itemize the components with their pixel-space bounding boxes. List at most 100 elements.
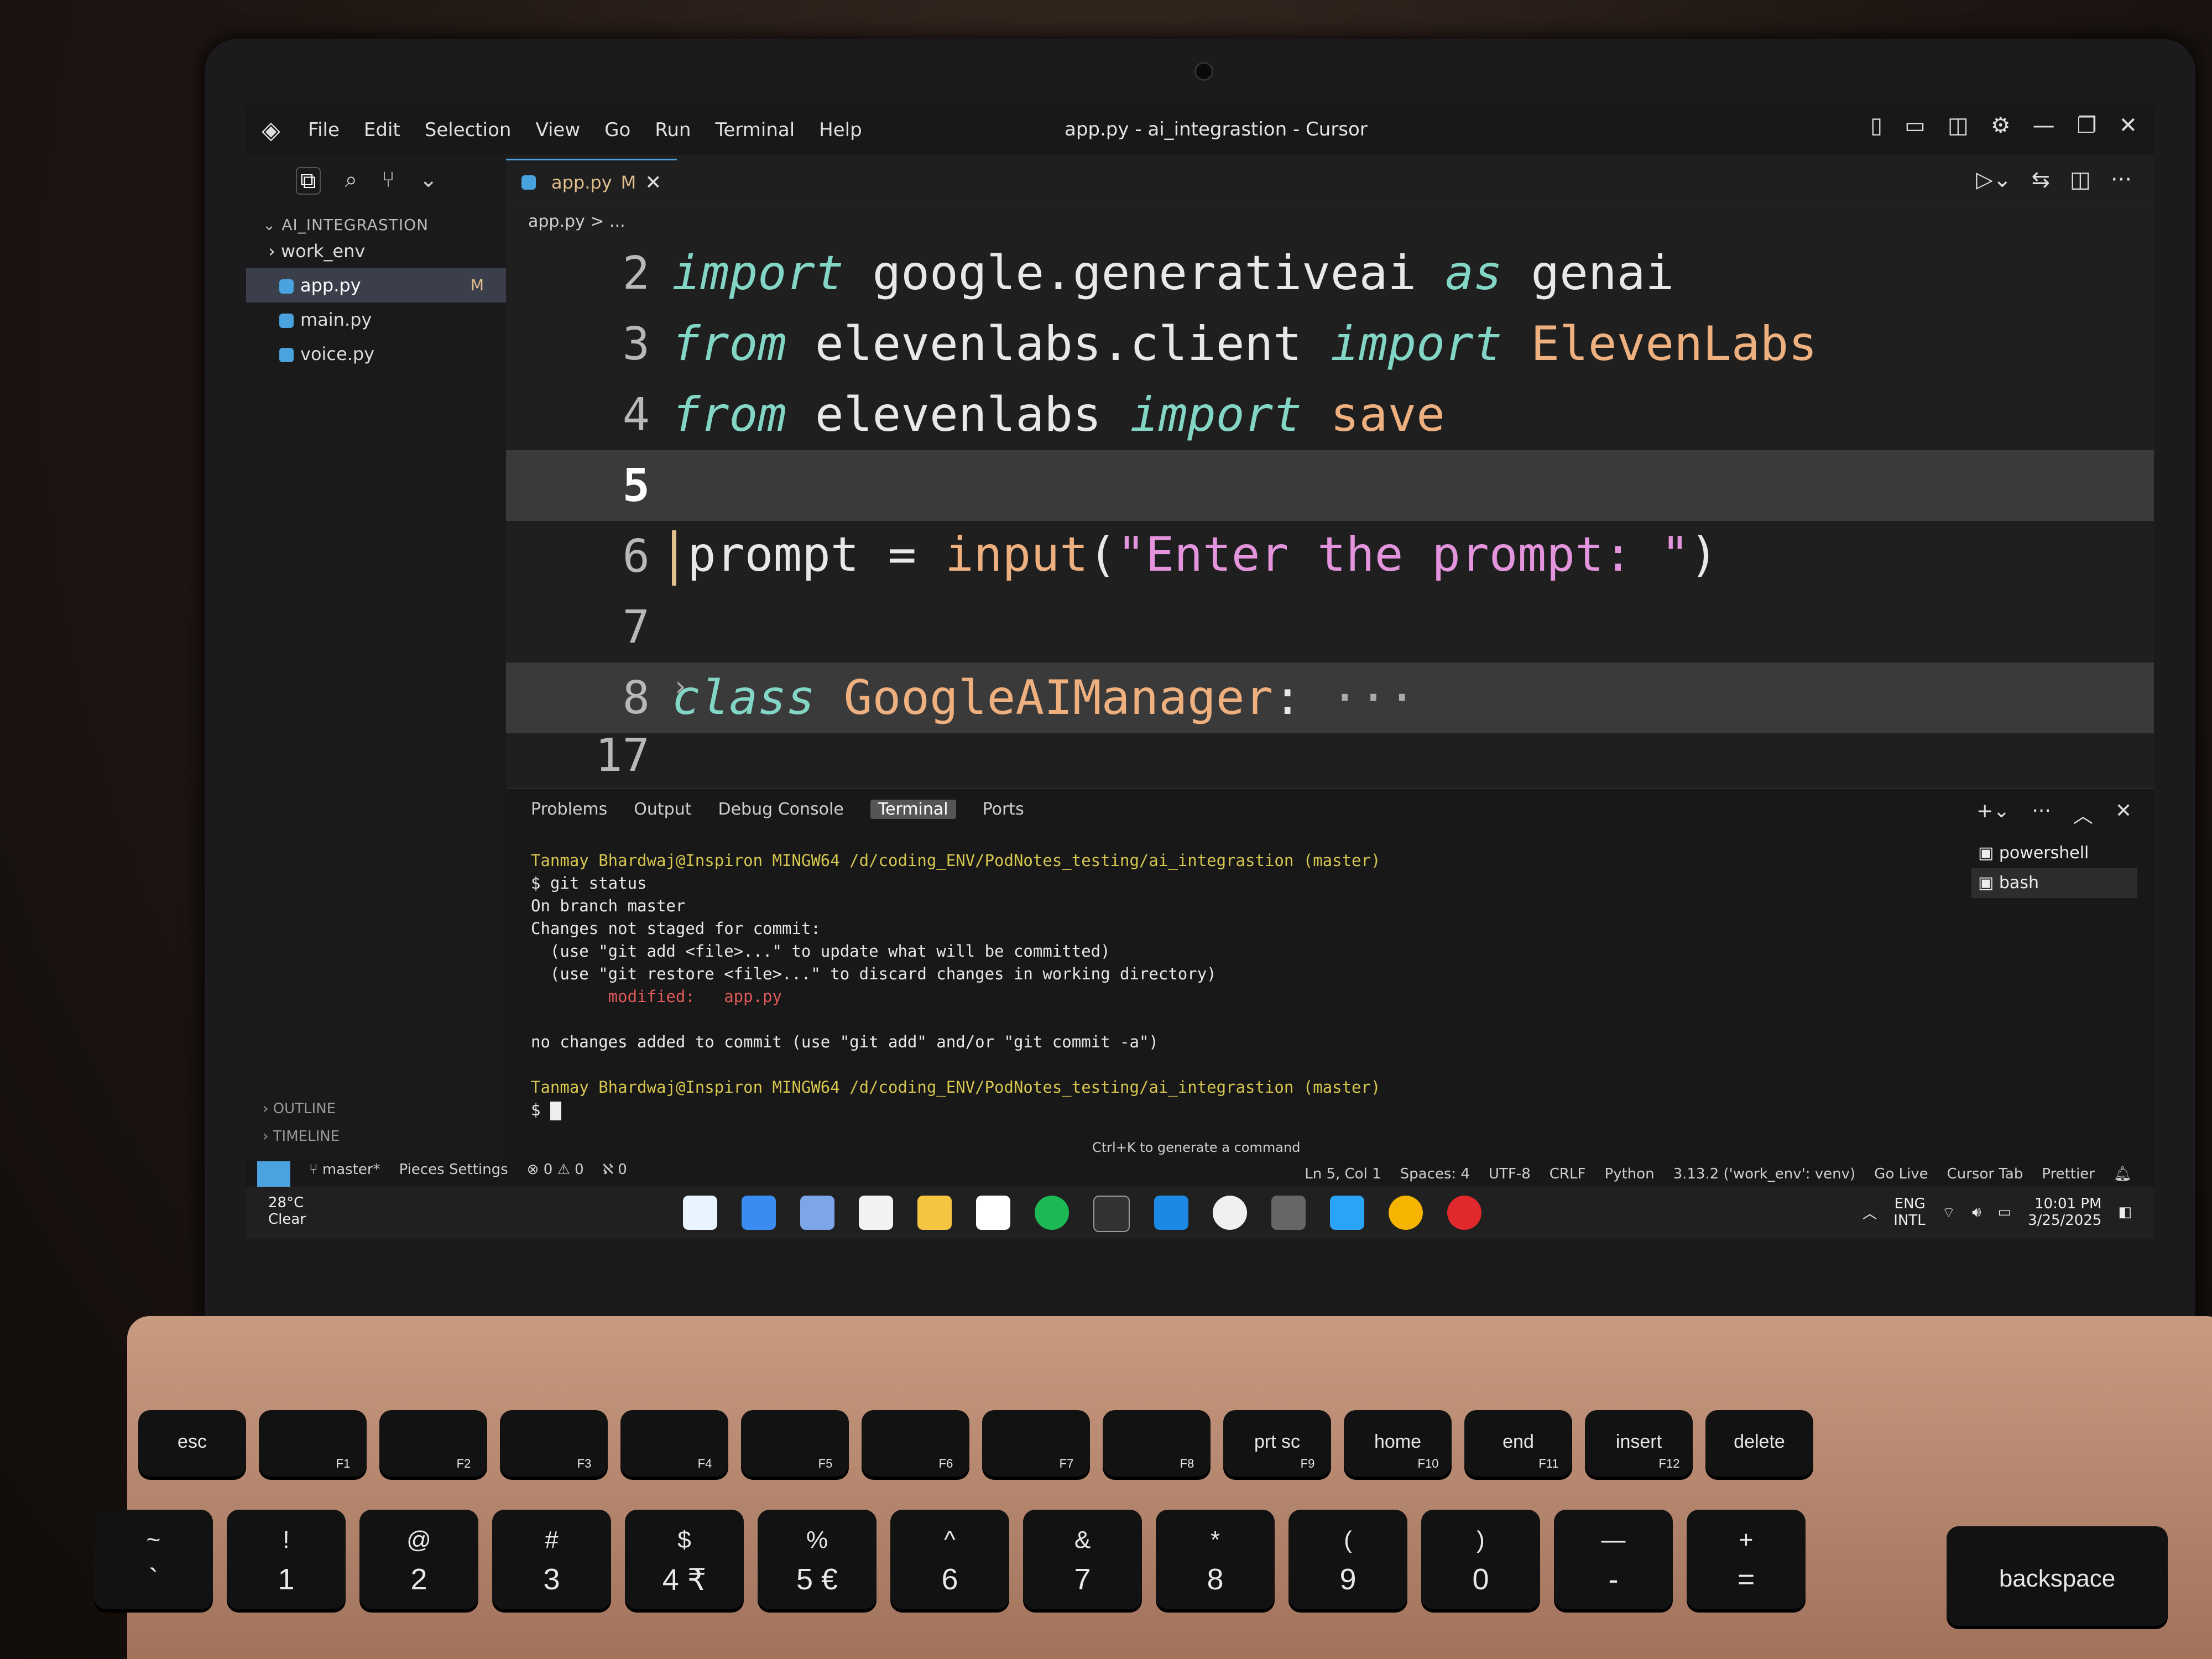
wifi-icon[interactable]: ⌔ [1942,1203,1955,1222]
status-eol[interactable]: CRLF [1550,1166,1586,1182]
terminal-item-powershell[interactable]: ▣ powershell [1971,838,2137,868]
status-interpreter[interactable]: 3.13.2 ('work_env': venv) [1673,1166,1856,1182]
key-num-5[interactable]: % 5 € [758,1510,877,1609]
status-encoding[interactable]: UTF-8 [1489,1166,1531,1182]
menu-file[interactable]: File [296,119,352,141]
status-go-live[interactable]: Go Live [1874,1166,1928,1182]
key-num-3[interactable]: #3 [492,1510,611,1609]
key-fn-0[interactable]: esc [138,1410,246,1477]
close-panel-icon[interactable]: ✕ [2115,800,2132,828]
key-num-6[interactable]: ^ 6 [890,1510,1009,1609]
key-num-11[interactable]: — - [1554,1510,1673,1609]
language-indicator[interactable]: ENG INTL [1893,1196,1925,1229]
tree-folder-work-env[interactable]: › work_env [246,234,506,268]
restore-button[interactable]: ❐ [2077,113,2097,138]
tab-ports[interactable]: Ports [983,800,1024,819]
notion-icon[interactable] [859,1196,893,1230]
toggle-secondary-sidebar-icon[interactable]: ◫ [1948,113,1969,138]
key-fn-3[interactable]: F3 [500,1410,608,1477]
more-icon[interactable]: ··· [2032,800,2051,828]
key-fn-1[interactable]: F1 [259,1410,367,1477]
fold-chevron-icon[interactable]: › [672,670,688,702]
start-icon[interactable] [683,1196,717,1230]
menu-go[interactable]: Go [592,119,643,141]
key-fn-11[interactable]: end F11 [1464,1410,1572,1477]
battery-icon[interactable]: ▭ [1998,1204,2012,1220]
key-num-0[interactable]: ~ ` [94,1510,213,1609]
key-fn-13[interactable]: delete [1705,1410,1813,1477]
key-fn-7[interactable]: F7 [982,1410,1090,1477]
toggle-panel-icon[interactable]: ▭ [1905,113,1926,138]
new-terminal-icon[interactable]: +⌄ [1976,800,2010,828]
source-control-icon[interactable]: ⑂ [382,167,395,195]
key-fn-4[interactable]: F4 [620,1410,728,1477]
status-ports[interactable]: ℵ 0 [603,1161,627,1187]
status-branch[interactable]: ⑂ master* [309,1161,380,1187]
key-fn-10[interactable]: home F10 [1344,1410,1452,1477]
tab-problems[interactable]: Problems [531,800,607,819]
key-num-9[interactable]: (9 [1288,1510,1407,1609]
key-fn-6[interactable]: F6 [862,1410,969,1477]
menu-edit[interactable]: Edit [352,119,413,141]
menu-run[interactable]: Run [643,119,703,141]
close-button[interactable]: ✕ [2119,113,2137,138]
status-problems[interactable]: ⊗ 0 ⚠ 0 [527,1161,584,1187]
app-multicolor-icon[interactable] [1330,1196,1364,1230]
status-prettier[interactable]: Prettier [2042,1166,2095,1182]
menu-help[interactable]: Help [807,119,874,141]
cursor-app-icon[interactable] [1093,1196,1130,1232]
terminal-output[interactable]: Tanmay Bhardwaj@Inspiron MINGW64 /d/codi… [531,849,1803,1121]
search-icon[interactable]: ⌕ [345,167,357,195]
photos-icon[interactable] [800,1196,834,1230]
status-cursor-tab[interactable]: Cursor Tab [1947,1166,2023,1182]
notification-icon[interactable]: ◧ [2118,1204,2132,1220]
weather-widget[interactable]: 28°C Clear [268,1194,306,1228]
chevron-up-icon[interactable]: ︿ [1863,1202,1877,1223]
notepad-icon[interactable] [976,1196,1010,1230]
terminal-item-bash[interactable]: ▣ bash [1971,868,2137,898]
maximize-panel-icon[interactable]: ︿ [2073,800,2093,828]
outline-section[interactable]: › OUTLINE [263,1100,336,1117]
volume-icon[interactable]: 🔊︎ [1972,1204,1981,1221]
key-fn-8[interactable]: F8 [1103,1410,1211,1477]
terminal-input-line[interactable]: $ [531,1099,1803,1121]
tree-file-main-py[interactable]: main.py [246,302,506,337]
menu-selection[interactable]: Selection [413,119,524,141]
breadcrumb[interactable]: app.py > ... [506,205,2154,238]
key-num-2[interactable]: @2 [359,1510,478,1609]
key-num-7[interactable]: & 7 [1023,1510,1142,1609]
menu-view[interactable]: View [523,119,592,141]
opera-icon[interactable] [1447,1196,1481,1230]
key-num-12[interactable]: + = [1687,1510,1806,1609]
key-num-1[interactable]: ! 1 [227,1510,346,1609]
key-num-10[interactable]: ) 0 [1421,1510,1540,1609]
gear-icon[interactable]: ⚙ [1991,113,2011,138]
run-icon[interactable]: ▷⌄ [1976,167,2011,192]
status-language[interactable]: Python [1604,1166,1654,1182]
terminal-app-icon[interactable] [1271,1196,1306,1230]
bell-icon[interactable]: 🔔︎ [2114,1166,2132,1182]
status-spaces[interactable]: Spaces: 4 [1400,1166,1470,1182]
app-circle-icon[interactable] [1213,1196,1247,1230]
timeline-section[interactable]: › TIMELINE [263,1128,340,1145]
chevron-down-icon[interactable]: ⌄ [419,167,438,195]
code-lines[interactable]: 2 import google.generativeai as genai 3 … [506,238,2154,778]
explorer-icon[interactable]: ⧉ [296,167,321,195]
key-backspace[interactable]: backspace [1947,1526,2168,1626]
tree-file-voice-py[interactable]: voice.py [246,337,506,371]
compare-icon[interactable]: ⇆ [2032,167,2051,192]
vscode-icon[interactable] [1154,1196,1188,1230]
status-ln-col[interactable]: Ln 5, Col 1 [1305,1166,1381,1182]
remote-indicator[interactable] [257,1161,290,1187]
key-fn-12[interactable]: insert F12 [1585,1410,1693,1477]
tab-debug-console[interactable]: Debug Console [718,800,844,819]
split-editor-icon[interactable]: ◫ [2070,167,2091,192]
menu-terminal[interactable]: Terminal [703,119,807,141]
minimize-button[interactable]: — [2033,113,2055,138]
chrome-icon[interactable] [1389,1196,1423,1230]
tab-terminal[interactable]: Terminal [870,800,956,819]
copilot-icon[interactable] [742,1196,776,1230]
tab-output[interactable]: Output [634,800,691,819]
key-fn-5[interactable]: F5 [741,1410,849,1477]
file-explorer-icon[interactable] [917,1196,952,1230]
